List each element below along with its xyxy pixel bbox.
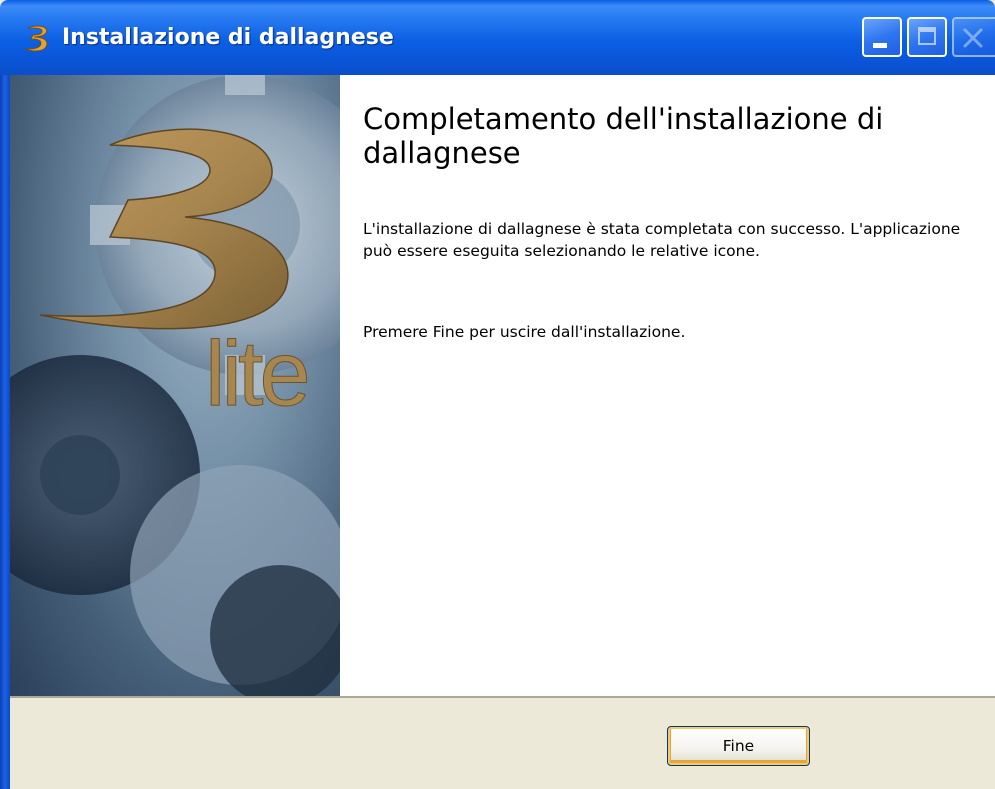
close-icon <box>963 28 983 48</box>
completion-message: L'installazione di dallagnese è stata co… <box>363 220 961 260</box>
installer-banner: lite <box>10 75 340 696</box>
page-title: Completamento dell'installazione di dall… <box>363 102 884 170</box>
minimize-icon <box>873 43 887 48</box>
finish-button[interactable]: Fine <box>667 726 810 766</box>
maximize-button[interactable] <box>907 17 947 57</box>
logo-text: lite <box>205 323 307 425</box>
bottom-gear-graphic <box>130 465 340 696</box>
window-frame-left <box>0 75 10 789</box>
close-button[interactable] <box>952 17 995 57</box>
exit-instruction: Premere Fine per uscire dall'installazio… <box>363 323 686 341</box>
content-panel: Completamento dell'installazione di dall… <box>340 75 995 696</box>
banner-artwork: lite <box>10 75 340 696</box>
window-title: Installazione di dallagnese <box>62 25 394 50</box>
title-bar[interactable]: Installazione di dallagnese <box>0 0 995 75</box>
button-bar <box>10 698 995 789</box>
installer-window: Installazione di dallagnese lite Complet… <box>0 0 995 789</box>
minimize-button[interactable] <box>862 17 902 57</box>
app-logo-icon <box>24 25 48 52</box>
maximize-icon <box>918 27 936 45</box>
